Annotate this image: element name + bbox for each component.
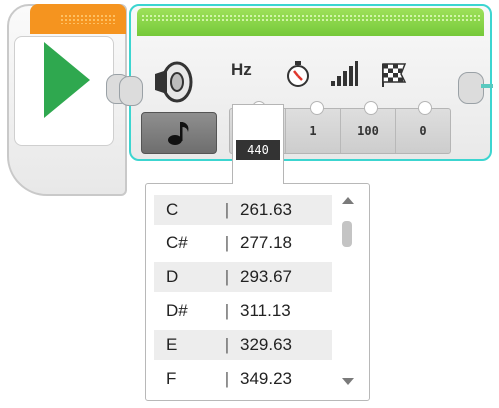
note-frequency: 349.23 — [240, 369, 292, 388]
note-option[interactable]: F | 349.23 — [154, 364, 332, 394]
hz-icon: Hz — [231, 60, 252, 79]
sound-block[interactable]: Hz 1 100 0 — [119, 4, 493, 161]
note-option[interactable]: D# | 311.13 — [154, 296, 332, 326]
scroll-down-arrow-icon[interactable] — [341, 377, 355, 387]
note-separator: | — [224, 301, 230, 320]
speaker-icon — [155, 61, 193, 103]
note-frequency: 293.67 — [240, 267, 292, 286]
note-frequency: 311.13 — [240, 301, 291, 320]
note-name: C — [166, 200, 179, 219]
note-separator: | — [224, 335, 230, 354]
checkered-flag-icon — [382, 63, 407, 87]
timer-icon — [287, 61, 309, 87]
note-separator: | — [224, 200, 230, 219]
note-name: D# — [166, 301, 188, 320]
frequency-input[interactable]: 440 — [236, 140, 280, 160]
sequence-out-port[interactable] — [458, 72, 484, 104]
note-option[interactable]: C | 261.63 — [154, 195, 332, 225]
note-separator: | — [224, 233, 230, 252]
note-name: C# — [166, 233, 188, 252]
sequence-in-port[interactable] — [119, 76, 143, 106]
sound-block-cap — [137, 8, 484, 36]
note-separator: | — [224, 267, 230, 286]
note-option[interactable]: E | 329.63 — [154, 330, 332, 360]
volume-icon — [331, 61, 358, 86]
note-name: F — [166, 369, 177, 388]
note-name: D — [166, 267, 179, 286]
note-frequency: 277.18 — [240, 233, 292, 252]
scrollbar-thumb[interactable] — [342, 221, 352, 247]
volume-input[interactable]: 100 — [340, 109, 395, 153]
music-note-icon — [168, 122, 189, 145]
note-separator: | — [224, 369, 230, 388]
note-name: E — [166, 335, 178, 354]
note-option[interactable]: D | 293.67 — [154, 262, 332, 292]
note-frequency: 329.63 — [240, 335, 292, 354]
play-type-input[interactable]: 0 — [395, 109, 450, 153]
note-frequency: 261.63 — [240, 200, 292, 219]
scroll-up-arrow-icon[interactable] — [341, 195, 355, 205]
start-block-cap — [30, 4, 126, 34]
note-dropdown-list[interactable]: C | 261.63 C# | 277.18 D | 293.67 D# | 3… — [145, 183, 370, 401]
note-option[interactable]: C# | 277.18 — [154, 228, 332, 258]
sequence-wire — [481, 84, 493, 88]
play-icon[interactable] — [44, 42, 90, 118]
duration-input[interactable]: 1 — [285, 109, 340, 153]
mode-selector-button[interactable] — [141, 112, 217, 154]
